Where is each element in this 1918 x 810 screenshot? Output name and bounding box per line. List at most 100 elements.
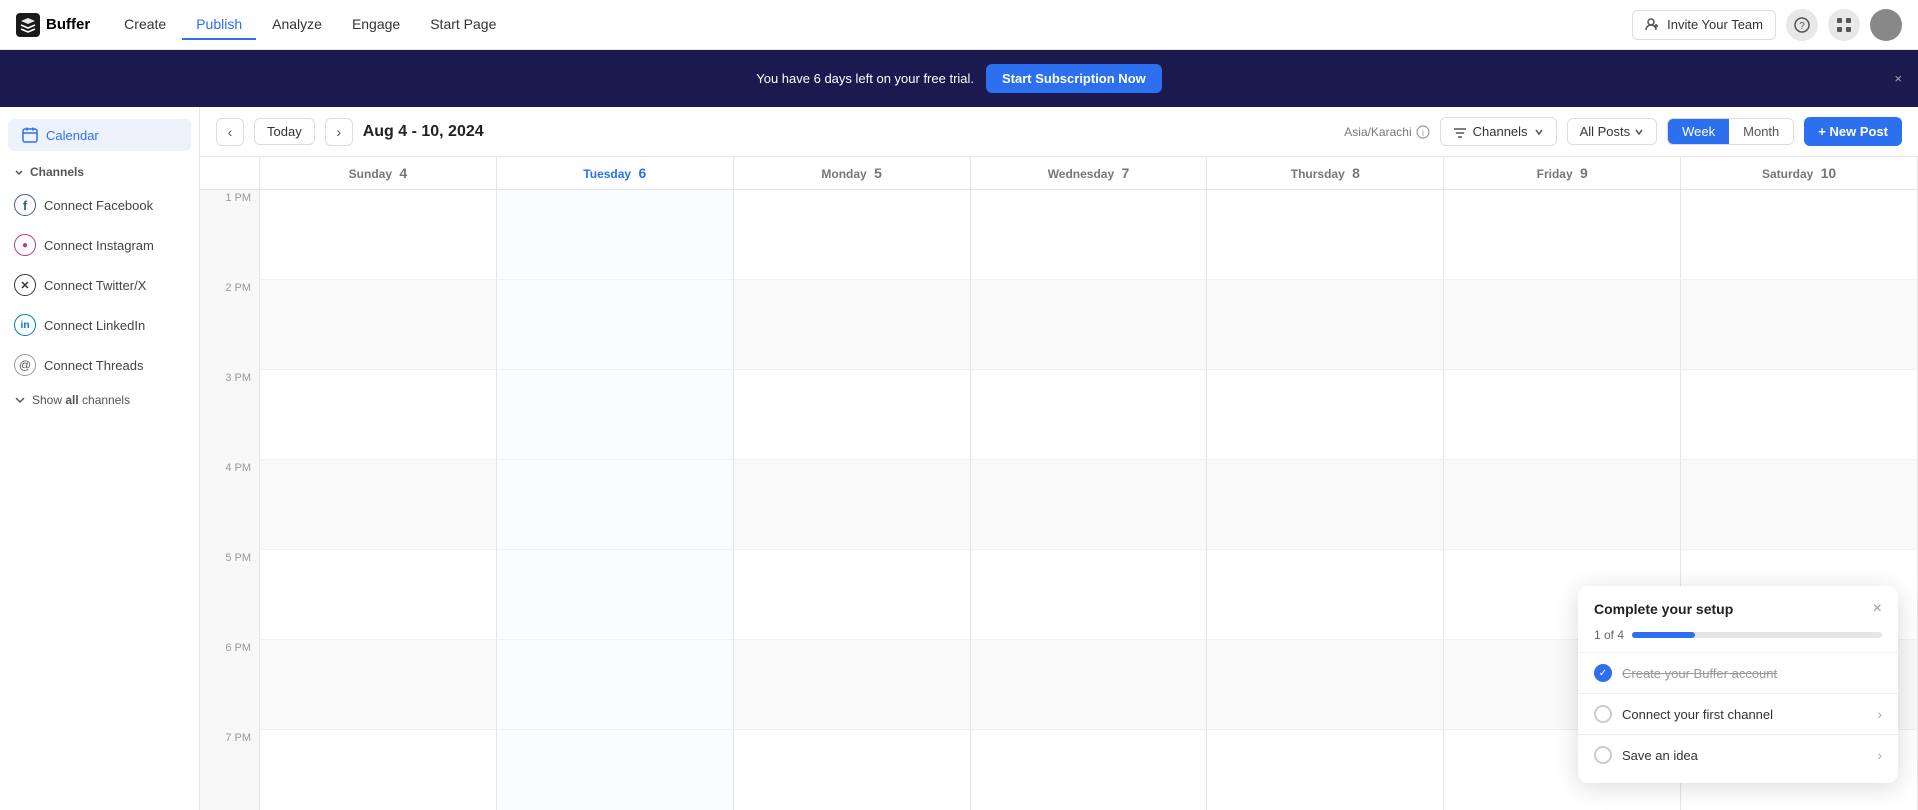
user-avatar[interactable] — [1870, 9, 1902, 41]
time-label-0: 1 PM — [200, 190, 260, 280]
channels-section-text: Channels — [30, 165, 84, 179]
apps-icon[interactable] — [1828, 9, 1860, 41]
grid-cell-3-3[interactable] — [971, 460, 1208, 550]
grid-cell-6-1[interactable] — [497, 730, 734, 810]
top-nav: Buffer Create Publish Analyze Engage Sta… — [0, 0, 1918, 50]
setup-close-button[interactable]: × — [1873, 600, 1882, 618]
grid-cell-1-3[interactable] — [971, 280, 1208, 370]
invite-team-button[interactable]: Invite Your Team — [1632, 10, 1776, 40]
nav-right: Invite Your Team ? — [1632, 9, 1902, 41]
grid-cell-0-4[interactable] — [1207, 190, 1444, 280]
grid-cell-3-4[interactable] — [1207, 460, 1444, 550]
time-label-6: 7 PM — [200, 730, 260, 810]
day-header-saturday: Saturday 10 — [1681, 157, 1918, 189]
instagram-icon: ● — [14, 234, 36, 256]
check-circle-connect-channel — [1594, 705, 1612, 723]
grid-cell-1-6[interactable] — [1681, 280, 1918, 370]
calendar-toolbar: ‹ Today › Aug 4 - 10, 2024 Asia/Karachi … — [200, 107, 1918, 157]
setup-item-create-account[interactable]: Create your Buffer account — [1578, 652, 1898, 693]
grid-cell-4-3[interactable] — [971, 550, 1208, 640]
sidebar-item-facebook[interactable]: f Connect Facebook — [0, 185, 199, 225]
grid-cell-3-5[interactable] — [1444, 460, 1681, 550]
next-week-button[interactable]: › — [325, 118, 353, 146]
grid-cell-0-1[interactable] — [497, 190, 734, 280]
grid-cell-2-6[interactable] — [1681, 370, 1918, 460]
grid-cell-0-0[interactable] — [260, 190, 497, 280]
day-header-sunday: Sunday 4 — [260, 157, 497, 189]
sidebar-item-linkedin[interactable]: in Connect LinkedIn — [0, 305, 199, 345]
grid-cell-1-2[interactable] — [734, 280, 971, 370]
grid-cell-6-2[interactable] — [734, 730, 971, 810]
twitter-icon: ✕ — [14, 274, 36, 296]
setup-items: Create your Buffer account Connect your … — [1578, 652, 1898, 783]
today-button[interactable]: Today — [254, 118, 315, 145]
grid-cell-3-1[interactable] — [497, 460, 734, 550]
instagram-label: Connect Instagram — [44, 238, 154, 253]
grid-cell-2-2[interactable] — [734, 370, 971, 460]
nav-publish[interactable]: Publish — [182, 10, 256, 40]
sidebar-item-twitter[interactable]: ✕ Connect Twitter/X — [0, 265, 199, 305]
week-view-button[interactable]: Week — [1668, 119, 1729, 144]
new-post-button[interactable]: + New Post — [1804, 117, 1902, 146]
grid-cell-2-0[interactable] — [260, 370, 497, 460]
grid-cell-5-4[interactable] — [1207, 640, 1444, 730]
grid-cell-5-3[interactable] — [971, 640, 1208, 730]
grid-cell-1-0[interactable] — [260, 280, 497, 370]
nav-items: Create Publish Analyze Engage Start Page — [110, 10, 1624, 40]
grid-cell-0-3[interactable] — [971, 190, 1208, 280]
grid-cell-4-4[interactable] — [1207, 550, 1444, 640]
grid-cell-2-5[interactable] — [1444, 370, 1681, 460]
nav-start-page[interactable]: Start Page — [416, 10, 510, 40]
nav-analyze[interactable]: Analyze — [258, 10, 336, 40]
twitter-label: Connect Twitter/X — [44, 278, 146, 293]
trial-banner: You have 6 days left on your free trial.… — [0, 50, 1918, 107]
grid-cell-5-0[interactable] — [260, 640, 497, 730]
grid-cell-6-0[interactable] — [260, 730, 497, 810]
help-icon[interactable]: ? — [1786, 9, 1818, 41]
facebook-label: Connect Facebook — [44, 198, 153, 213]
setup-item-save-idea[interactable]: Save an idea › — [1578, 734, 1898, 775]
grid-cell-1-5[interactable] — [1444, 280, 1681, 370]
grid-cell-0-6[interactable] — [1681, 190, 1918, 280]
sidebar-item-instagram[interactable]: ● Connect Instagram — [0, 225, 199, 265]
grid-cell-3-2[interactable] — [734, 460, 971, 550]
grid-cell-0-5[interactable] — [1444, 190, 1681, 280]
setup-progress-row: 1 of 4 — [1578, 626, 1898, 652]
subscribe-button[interactable]: Start Subscription Now — [986, 64, 1162, 93]
month-view-button[interactable]: Month — [1729, 119, 1793, 144]
time-label-1: 2 PM — [200, 280, 260, 370]
nav-engage[interactable]: Engage — [338, 10, 414, 40]
buffer-logo[interactable]: Buffer — [16, 13, 90, 37]
time-label-2: 3 PM — [200, 370, 260, 460]
grid-cell-5-2[interactable] — [734, 640, 971, 730]
grid-cell-1-4[interactable] — [1207, 280, 1444, 370]
grid-cell-6-3[interactable] — [971, 730, 1208, 810]
sidebar-item-threads[interactable]: @ Connect Threads — [0, 345, 199, 385]
all-posts-select[interactable]: All Posts — [1567, 118, 1658, 145]
banner-close-button[interactable]: × — [1894, 71, 1902, 86]
facebook-icon: f — [14, 194, 36, 216]
grid-cell-1-1[interactable] — [497, 280, 734, 370]
grid-cell-4-2[interactable] — [734, 550, 971, 640]
grid-cell-2-3[interactable] — [971, 370, 1208, 460]
grid-cell-4-1[interactable] — [497, 550, 734, 640]
channels-section-label[interactable]: Channels — [0, 155, 199, 185]
channels-filter-button[interactable]: Channels — [1440, 117, 1557, 146]
grid-cell-0-2[interactable] — [734, 190, 971, 280]
day-header-friday: Friday 9 — [1444, 157, 1681, 189]
time-label-3: 4 PM — [200, 460, 260, 550]
grid-cell-3-6[interactable] — [1681, 460, 1918, 550]
grid-cell-4-0[interactable] — [260, 550, 497, 640]
nav-create[interactable]: Create — [110, 10, 180, 40]
grid-cell-2-1[interactable] — [497, 370, 734, 460]
grid-cell-6-4[interactable] — [1207, 730, 1444, 810]
grid-cell-5-1[interactable] — [497, 640, 734, 730]
sidebar-calendar-button[interactable]: Calendar — [8, 119, 191, 151]
grid-cell-3-0[interactable] — [260, 460, 497, 550]
show-channels-button[interactable]: Show all channels — [0, 385, 199, 415]
grid-cell-2-4[interactable] — [1207, 370, 1444, 460]
setup-item-connect-channel[interactable]: Connect your first channel › — [1578, 693, 1898, 734]
prev-week-button[interactable]: ‹ — [216, 118, 244, 146]
check-circle-create-account — [1594, 664, 1612, 682]
svg-text:i: i — [1422, 128, 1424, 138]
